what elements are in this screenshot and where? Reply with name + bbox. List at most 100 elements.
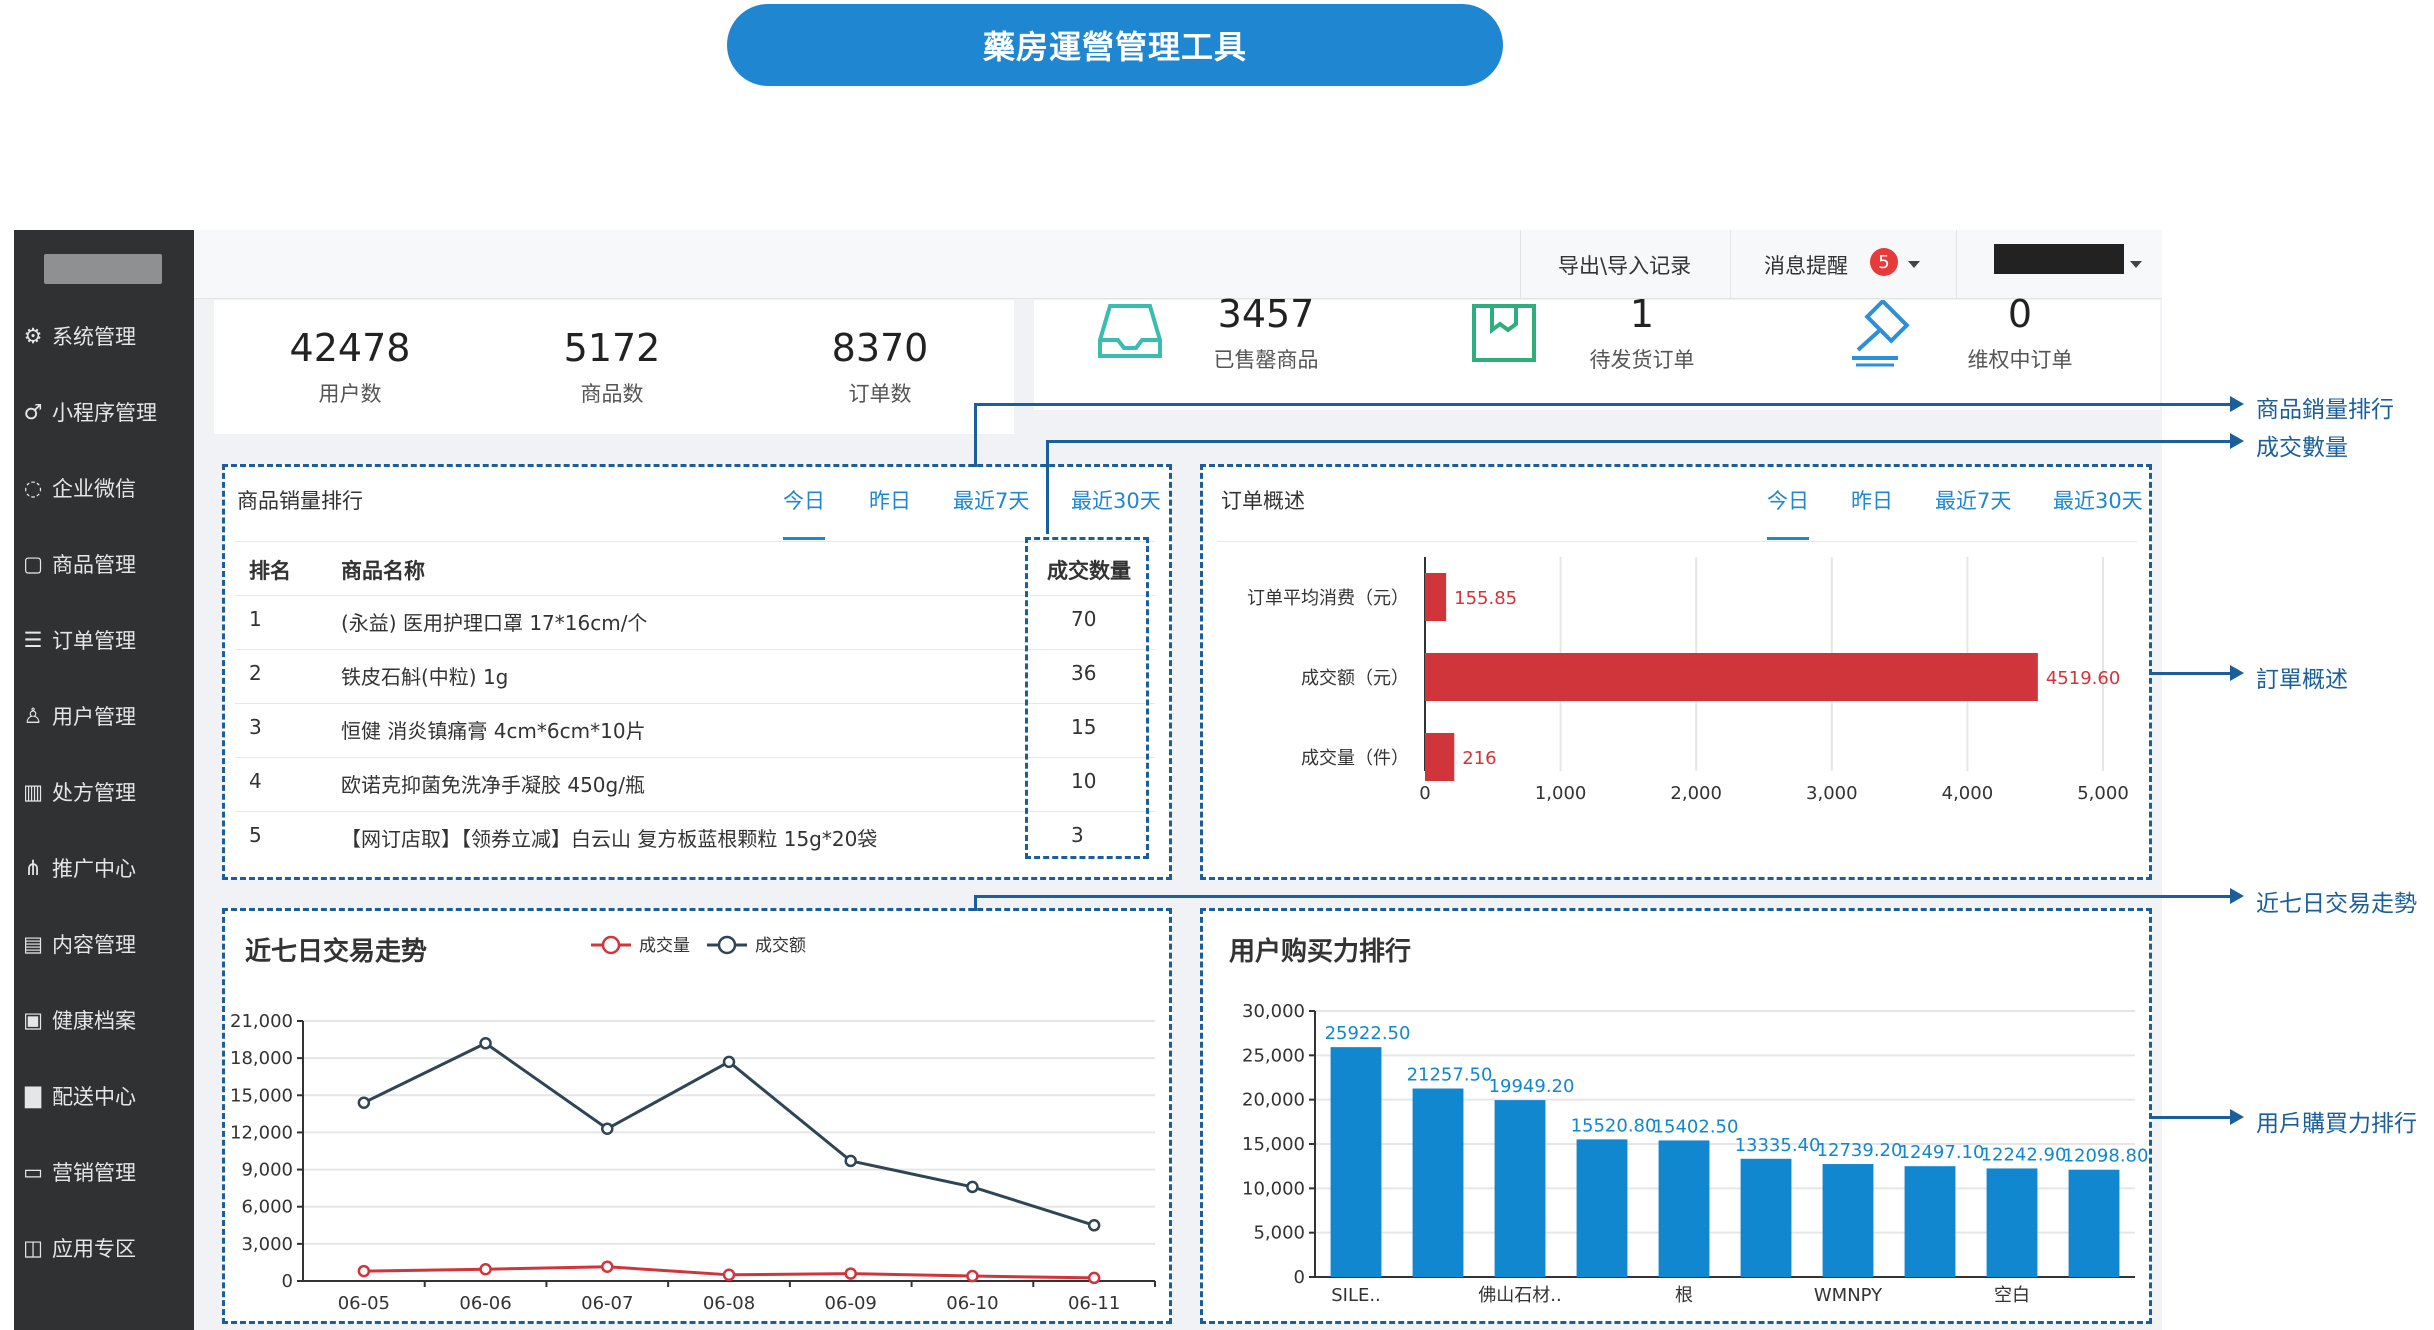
- shopping-bag-icon: ▢: [23, 552, 43, 576]
- rank-cell: 3: [249, 715, 262, 739]
- buying-power-chart: 0 5,000 10,000 15,000 20,000 25,000 30,000 2592…: [1242, 1001, 2148, 1306]
- order-overview-title: 订单概述: [1221, 489, 1305, 513]
- user-avatar[interactable]: [1994, 244, 2124, 274]
- sidebar-item-label: 营销管理: [52, 1161, 136, 1185]
- x-category-label: 佛山石材..: [1478, 1285, 1561, 1306]
- user-icon: ♙: [23, 704, 43, 728]
- sidebar-item-3[interactable]: ◌ 企业微信: [22, 468, 192, 508]
- brand-logo: [44, 254, 162, 284]
- topbar: 导出\导入记录 消息提醒 5: [194, 230, 2162, 299]
- bar-value-label: 19949.20: [1489, 1076, 1575, 1097]
- sidebar-item-label: 内容管理: [52, 933, 136, 957]
- sidebar-item-label: 小程序管理: [52, 401, 157, 425]
- product-name-cell[interactable]: 恒健 消炎镇痛膏 4cm*6cm*10片: [341, 715, 646, 744]
- data-point: [357, 1264, 371, 1278]
- page-title: 藥房運營管理工具: [727, 4, 1503, 86]
- sidebar-item-4[interactable]: ▢ 商品管理: [22, 544, 192, 584]
- data-point: [479, 1037, 492, 1050]
- product-name-cell[interactable]: 欧诺克抑菌免洗净手凝胶 450g/瓶: [341, 769, 645, 798]
- data-point: [722, 1055, 736, 1069]
- health-record-icon: ▣: [23, 1008, 43, 1032]
- sidebar-item-11[interactable]: ▇ 配送中心: [22, 1076, 192, 1116]
- x-tick-label: 06-05: [338, 1293, 390, 1314]
- stat-label: 用户数: [318, 382, 382, 406]
- bar: [1330, 1047, 1382, 1277]
- bar: [2068, 1169, 2120, 1277]
- bar: [1425, 733, 1455, 781]
- annotation-buying-power: 用戶購買力排行: [2256, 1111, 2417, 1137]
- legend-marker: [601, 935, 621, 955]
- tab-yesterday[interactable]: 昨日: [869, 485, 911, 515]
- network-icon: ⋔: [24, 856, 42, 880]
- sidebar-item-13[interactable]: ◫ 应用专区: [22, 1228, 192, 1268]
- stat-label: 商品数: [580, 382, 644, 406]
- y-tick-label: 21,000: [230, 1011, 293, 1032]
- product-name-cell[interactable]: (永益) 医用护理口罩 17*16cm/个: [341, 607, 647, 636]
- gavel-icon: [1852, 300, 1910, 367]
- bar: [1658, 1140, 1710, 1277]
- messages-link[interactable]: 消息提醒: [1764, 250, 1848, 280]
- bar: [1425, 573, 1447, 621]
- header-rank: 排名: [249, 559, 291, 583]
- sidebar-item-label: 健康档案: [52, 1009, 136, 1033]
- sidebar-item-12[interactable]: ▭ 营销管理: [22, 1152, 192, 1192]
- stat-label: 已售罄商品: [1213, 348, 1319, 372]
- bar-value-label: 25922.50: [1325, 1023, 1411, 1044]
- tab-last-7-days[interactable]: 最近7天: [953, 485, 1029, 515]
- bar-value-label: 4519.60: [2046, 668, 2120, 689]
- sidebar-item-5[interactable]: ☰ 订单管理: [22, 620, 192, 660]
- data-point: [966, 1269, 979, 1283]
- inbox-tray-icon: [1098, 304, 1162, 358]
- stat-value: 5172: [563, 326, 661, 370]
- sidebar-item-1[interactable]: ⚙ 系统管理: [22, 316, 192, 356]
- y-category-label: 成交量（件）: [1301, 748, 1409, 769]
- header-product-name[interactable]: 商品名称: [341, 555, 425, 585]
- sidebar-item-label: 处方管理: [52, 781, 136, 805]
- stat-value: 8370: [831, 326, 929, 370]
- sidebar-item-2[interactable]: ♂ 小程序管理: [22, 392, 192, 432]
- sidebar-item-6[interactable]: ♙ 用户管理: [22, 696, 192, 736]
- sidebar-item-label: 应用专区: [52, 1237, 136, 1261]
- stat-label: 待发货订单: [1589, 348, 1695, 372]
- chat-bubble-icon: ◌: [23, 476, 43, 500]
- messages-badge: 5: [1870, 248, 1898, 276]
- quantity-column-highlight: [1025, 537, 1149, 859]
- apps-icon: ◫: [23, 1236, 43, 1260]
- tab-last-30-days[interactable]: 最近30天: [1071, 485, 1161, 515]
- x-tick-label: 2,000: [1670, 783, 1722, 804]
- x-tick-label: 06-10: [946, 1293, 998, 1314]
- product-name-cell[interactable]: 【网订店取】【领券立减】白云山 复方板蓝根颗粒 15g*20袋: [341, 823, 877, 852]
- export-records-link[interactable]: 导出\导入记录: [1558, 250, 1691, 280]
- document-icon: ▇: [24, 1084, 42, 1108]
- data-point: [601, 1122, 614, 1135]
- product-name-cell[interactable]: 铁皮石斛(中粒) 1g: [341, 661, 508, 690]
- y-tick-label: 0: [1294, 1267, 1305, 1288]
- data-point: [601, 1260, 614, 1274]
- chevron-down-icon[interactable]: [2130, 261, 2142, 268]
- stat-value: 1: [1629, 292, 1655, 336]
- tab-last-7-days[interactable]: 最近7天: [1935, 485, 2011, 515]
- sidebar-item-8[interactable]: ⋔ 推广中心: [22, 848, 192, 888]
- rank-cell: 4: [249, 769, 262, 793]
- series-line: [363, 1041, 1095, 1227]
- tab-yesterday[interactable]: 昨日: [1851, 485, 1893, 515]
- bar: [1425, 653, 2038, 701]
- sidebar-item-7[interactable]: ▥ 处方管理: [22, 772, 192, 812]
- stat-label: 维权中订单: [1967, 348, 2073, 372]
- sales-rank-title: 商品销量排行: [237, 489, 363, 513]
- sidebar: ⚙ 系统管理 ♂ 小程序管理 ◌ 企业微信 ▢ 商品管理 ☰ 订单管理 ♙ 用户管理 ▥ 处方管理 ⋔ 推广中…: [14, 230, 194, 1330]
- sidebar-item-9[interactable]: ▤ 内容管理: [22, 924, 192, 964]
- tab-last-30-days[interactable]: 最近30天: [2053, 485, 2143, 515]
- package-box-icon: [1472, 304, 1536, 362]
- active-tab-indicator: [783, 537, 825, 540]
- bar: [1494, 1100, 1546, 1277]
- tab-today[interactable]: 今日: [783, 485, 825, 515]
- chevron-down-icon[interactable]: [1908, 261, 1920, 268]
- x-tick-label: 06-09: [825, 1293, 877, 1314]
- sidebar-item-label: 商品管理: [52, 553, 136, 577]
- sidebar-item-10[interactable]: ▣ 健康档案: [22, 1000, 192, 1040]
- tab-today[interactable]: 今日: [1767, 485, 1809, 515]
- y-tick-label: 18,000: [230, 1048, 293, 1069]
- sales-rank-panel: 商品销量排行 今日 昨日 最近7天 最近30天 排名 商品名称 成交数量 1 (永…: [222, 464, 1172, 880]
- order-overview-chart: 0 1,000 2,000 3,000 4,000 5,000 订单平均消费（元） 155.8…: [1247, 557, 2129, 804]
